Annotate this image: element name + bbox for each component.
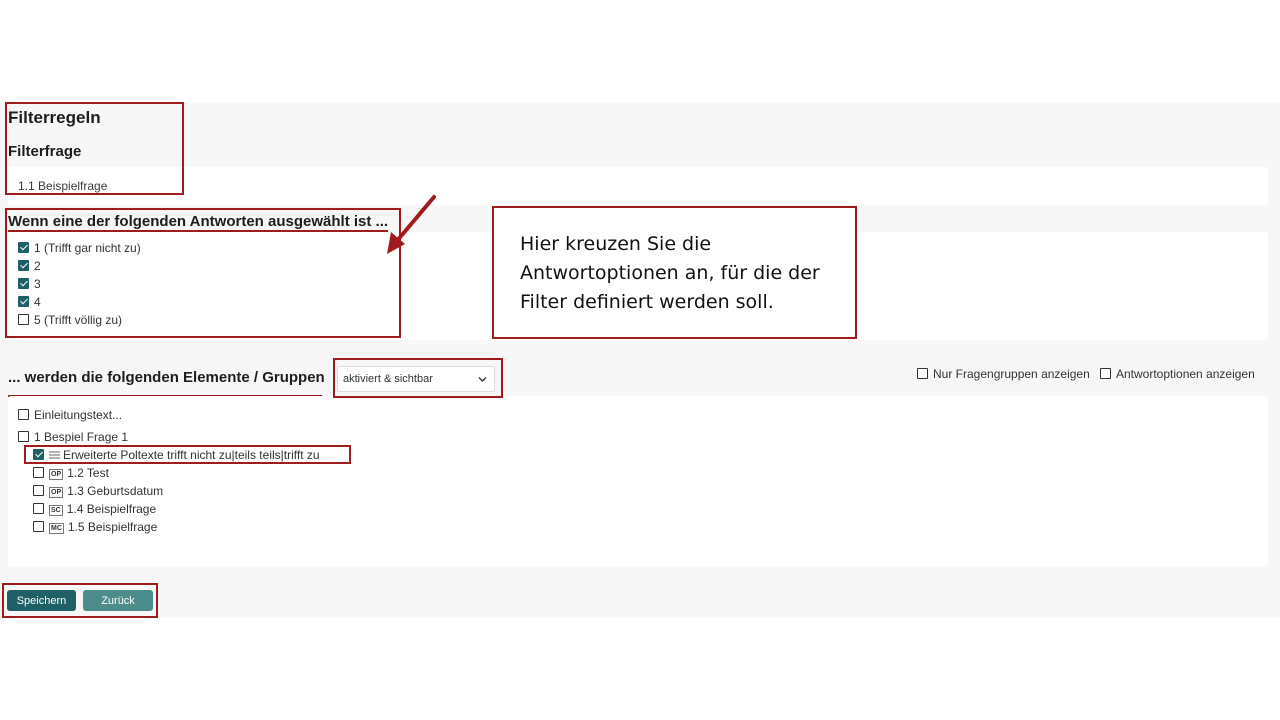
annotation-box-answers xyxy=(5,208,401,338)
item-3-checkbox[interactable] xyxy=(33,485,44,496)
elements-card xyxy=(8,396,1268,567)
annotation-arrow-icon xyxy=(387,195,436,254)
show-options-toggle[interactable]: Antwortoptionen anzeigen xyxy=(1100,367,1255,381)
annotation-box-select xyxy=(333,358,503,398)
group-checkbox[interactable] xyxy=(18,431,29,442)
annotation-box-filter xyxy=(5,102,184,195)
item-5-checkbox[interactable] xyxy=(33,521,44,532)
show-options-checkbox[interactable] xyxy=(1100,368,1111,379)
filter-question-card[interactable]: 1.1 Beispielfrage xyxy=(8,167,1268,205)
sc-badge-icon: SC xyxy=(49,505,63,516)
op-badge-icon: OP xyxy=(49,469,64,480)
only-groups-toggle[interactable]: Nur Fragengruppen anzeigen xyxy=(917,367,1090,381)
callout-box: Hier kreuzen Sie die Antwortoptionen an,… xyxy=(492,206,857,339)
elements-heading: ... werden die folgenden Elemente / Grup… xyxy=(8,369,325,386)
element-item-4[interactable]: SC 1.4 Beispielfrage xyxy=(33,502,156,516)
element-intro[interactable]: Einleitungstext... xyxy=(18,408,122,422)
only-groups-checkbox[interactable] xyxy=(917,368,928,379)
item-4-checkbox[interactable] xyxy=(33,503,44,514)
element-group[interactable]: 1 Bespiel Frage 1 xyxy=(18,430,128,444)
element-item-3[interactable]: OP 1.3 Geburtsdatum xyxy=(33,484,163,498)
intro-checkbox[interactable] xyxy=(18,409,29,420)
annotation-box-item xyxy=(24,445,351,464)
annotation-box-buttons xyxy=(2,583,158,618)
callout-text: Hier kreuzen Sie die Antwortoptionen an,… xyxy=(520,233,820,313)
mc-badge-icon: MC xyxy=(49,523,64,534)
element-item-5[interactable]: MC 1.5 Beispielfrage xyxy=(33,520,157,534)
op-badge-icon: OP xyxy=(49,487,64,498)
item-2-checkbox[interactable] xyxy=(33,467,44,478)
element-item-2[interactable]: OP 1.2 Test xyxy=(33,466,109,480)
